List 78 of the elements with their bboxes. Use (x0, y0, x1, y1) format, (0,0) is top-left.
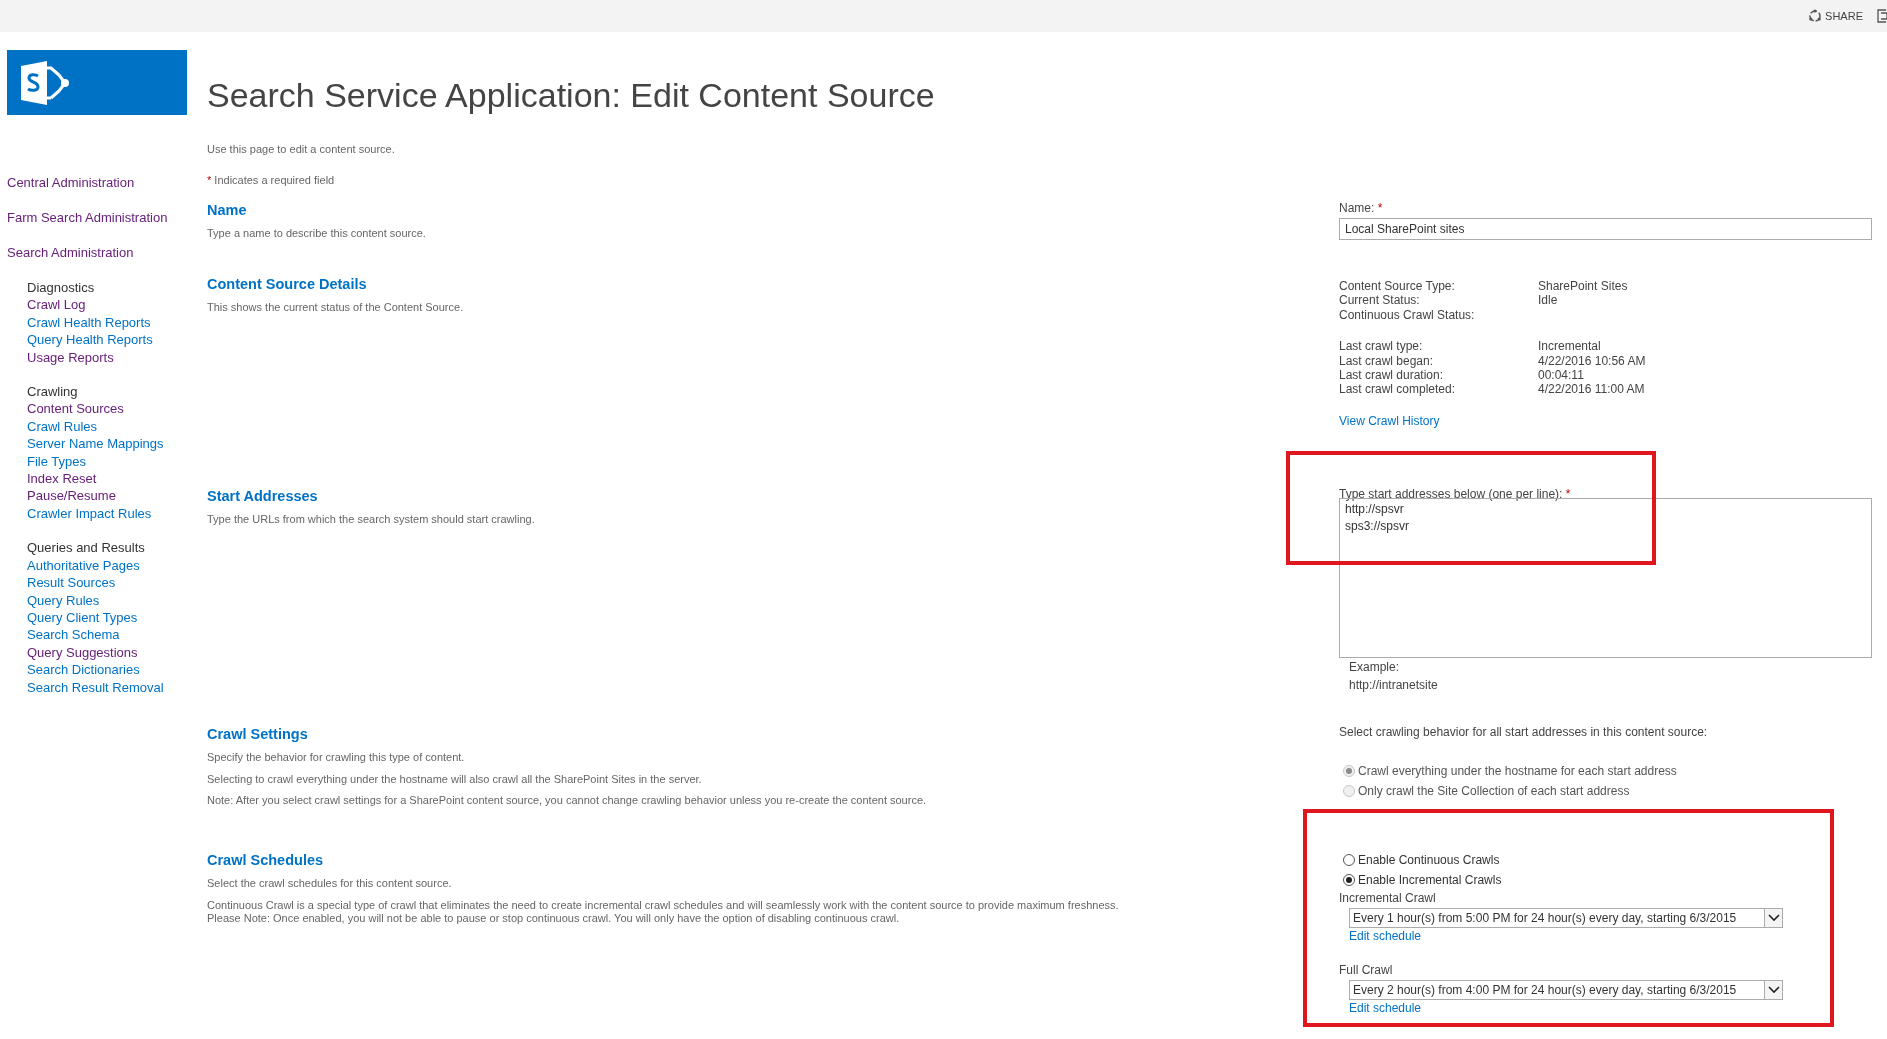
share-button[interactable]: SHARE (1808, 7, 1863, 25)
nav-link[interactable]: Usage Reports (27, 348, 114, 367)
nav-link[interactable]: Query Client Types (27, 608, 138, 627)
schedule-label: Incremental Crawl (1339, 890, 1437, 907)
required-note: * Indicates a required field (207, 173, 335, 187)
nav-link[interactable]: Crawl Rules (27, 417, 98, 436)
radio-option[interactable]: Enable Continuous Crawls (1343, 851, 1872, 868)
nav-group-heading: Crawling (27, 383, 79, 401)
nav-link[interactable]: Content Sources (27, 400, 124, 418)
detail-label: Last crawl began: (1339, 353, 1435, 368)
section-description: Type the URLs from which the search system should start crawling. (207, 513, 535, 527)
detail-label: Last crawl duration: (1339, 367, 1445, 383)
nav-link[interactable]: Search Administration (7, 244, 134, 262)
field-label: Name: * (1339, 201, 1384, 215)
detail-value: SharePoint Sites (1538, 279, 1628, 294)
section-description: Continuous Crawl is a special type of crawl that eliminates the need to create incremental crawl schedules and will seamlessly work with the content source to provide maximum freshness. Please Note: Once enabled, you will not be able to pause or stop continuous crawl. You will only have the option of disabling continuous crawl. (207, 898, 1119, 926)
detail-value: Incremental (1538, 339, 1601, 354)
nav-link[interactable]: Central Administration (7, 174, 135, 192)
nav-link[interactable]: Search Result Removal (27, 678, 164, 696)
radio-button[interactable] (1343, 873, 1355, 886)
sharepoint-logo-icon (19, 59, 69, 106)
name-field[interactable]: Local SharePoint sites (1339, 218, 1872, 240)
nav-link[interactable]: Authoritative Pages (27, 556, 140, 575)
detail-value: 4/22/2016 10:56 AM (1538, 353, 1646, 368)
radio-button[interactable] (1343, 853, 1355, 866)
radio-option[interactable]: Enable Incremental Crawls (1343, 871, 1872, 888)
share-icon (1808, 9, 1823, 23)
section-heading: Crawl Schedules (207, 851, 324, 869)
section-description: Selecting to crawl everything under the hostname will also crawl all the SharePoint Sites in the server. (207, 772, 702, 786)
detail-label: Continuous Crawl Status: (1339, 307, 1476, 323)
nav-link[interactable]: Query Health Reports (27, 331, 153, 349)
schedule-label: Full Crawl (1339, 962, 1394, 979)
section-heading: Start Addresses (207, 487, 318, 505)
section-heading: Content Source Details (207, 275, 367, 293)
section-description: Specify the behavior for crawling this type of content. (207, 751, 465, 765)
focus-icon[interactable] (1877, 9, 1887, 23)
schedule-dropdown[interactable]: Every 2 hour(s) from 4:00 PM for 24 hour(s) every day, starting 6/3/2015 (1349, 980, 1783, 1000)
detail-label: Last crawl type: (1339, 339, 1424, 354)
nav-link[interactable]: Query Suggestions (27, 643, 138, 662)
section-heading: Crawl Settings (207, 725, 308, 743)
nav-link[interactable]: Search Schema (27, 626, 120, 644)
detail-label: Content Source Type: (1339, 279, 1456, 294)
nav-link[interactable]: Crawler Impact Rules (27, 504, 152, 523)
nav-link[interactable]: Server Name Mappings (27, 435, 164, 453)
detail-value: 4/22/2016 11:00 AM (1538, 382, 1645, 397)
edit-schedule-link[interactable]: Edit schedule (1349, 1000, 1422, 1017)
prompt-text: Select crawling behavior for all start addresses in this content source: (1339, 725, 1709, 739)
field-label: Type start addresses below (one per line): * (1339, 487, 1572, 501)
logo[interactable] (7, 50, 187, 115)
chevron-down-icon (1764, 909, 1782, 927)
example-address: http://intranetsite (1349, 677, 1439, 694)
detail-label: Current Status: (1339, 293, 1421, 308)
example-label: Example: (1349, 659, 1401, 676)
section-description: Type a name to describe this content source. (207, 227, 426, 241)
nav-link[interactable]: Query Rules (27, 591, 100, 609)
nav-link[interactable]: Index Reset (27, 470, 97, 488)
intro-text: Use this page to edit a content source. (207, 142, 395, 156)
nav-link[interactable]: Farm Search Administration (7, 209, 168, 227)
detail-label: Last crawl completed: (1339, 382, 1457, 397)
nav-link[interactable]: Search Dictionaries (27, 661, 140, 679)
section-description: Select the crawl schedules for this content source. (207, 877, 452, 891)
page-title: Search Service Application: Edit Content Source (207, 75, 935, 116)
chevron-down-icon (1764, 981, 1782, 999)
nav-link[interactable]: Pause/Resume (27, 487, 116, 505)
view-crawl-history-link[interactable]: View Crawl History (1339, 411, 1440, 430)
nav-link[interactable]: Result Sources (27, 574, 116, 592)
detail-value: Idle (1538, 293, 1558, 308)
section-description: This shows the current status of the Content Source. (207, 301, 464, 315)
nav-link[interactable]: Crawl Log (27, 296, 86, 314)
detail-value: 00:04:11 (1538, 367, 1584, 383)
nav-link[interactable]: Crawl Health Reports (27, 313, 151, 332)
nav-link[interactable]: File Types (27, 452, 86, 471)
edit-schedule-link[interactable]: Edit schedule (1349, 928, 1422, 945)
nav-group-heading: Diagnostics (27, 279, 96, 297)
section-heading: Name (207, 201, 247, 219)
section-description: Note: After you select crawl settings for a SharePoint content source, you cannot change crawling behavior unless you re-create the content source. (207, 794, 927, 808)
nav-group-heading: Queries and Results (27, 539, 146, 557)
schedule-dropdown[interactable]: Every 1 hour(s) from 5:00 PM for 24 hour(s) every day, starting 6/3/2015 (1349, 908, 1783, 928)
